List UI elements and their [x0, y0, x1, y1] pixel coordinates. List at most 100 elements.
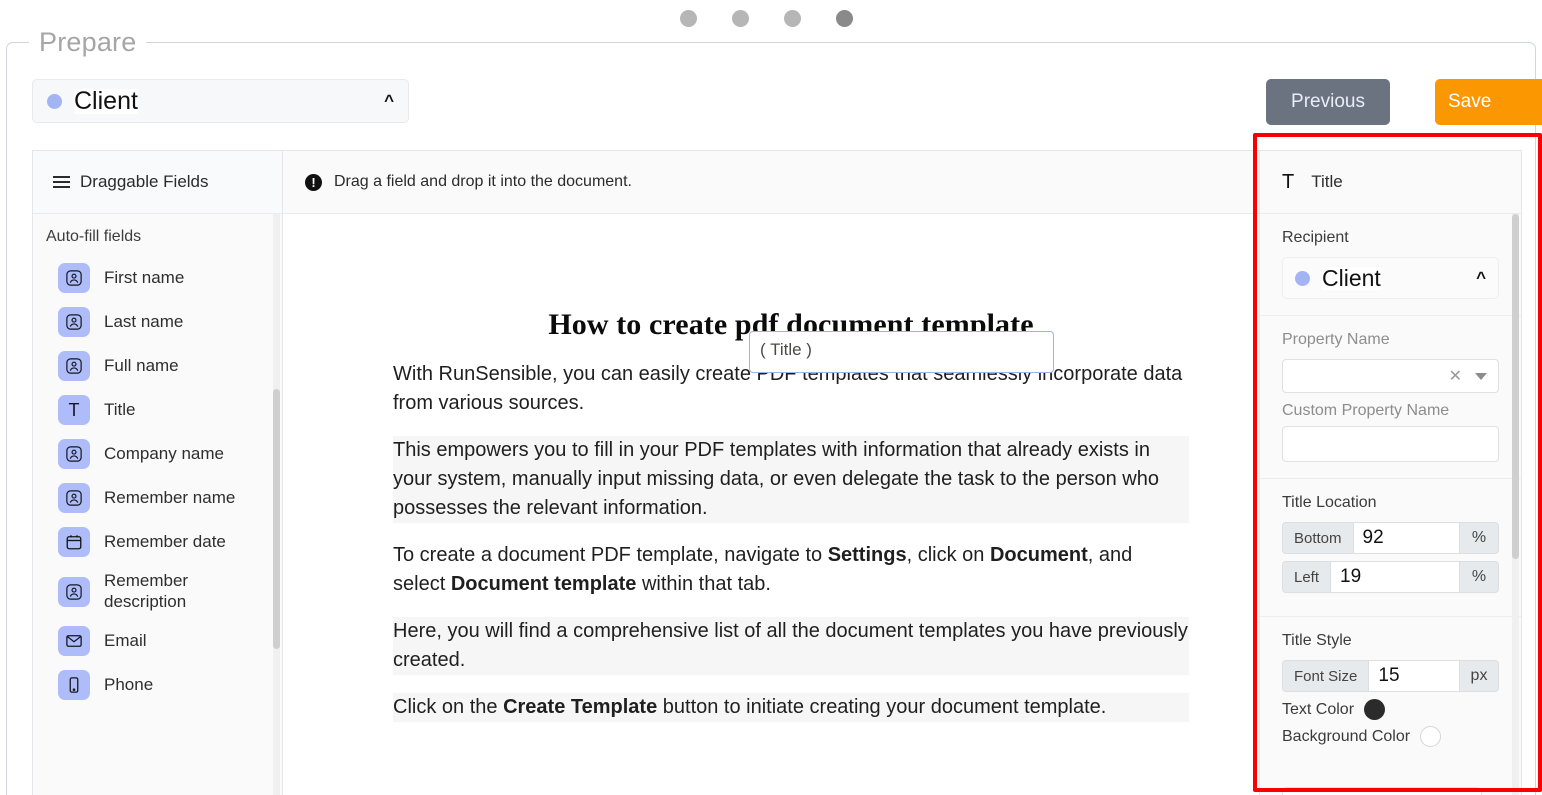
recipient-dropdown-value: Client: [1322, 264, 1381, 291]
document-paragraph-2: This empowers you to fill in your PDF te…: [393, 436, 1189, 523]
properties-scrollbar[interactable]: [1512, 214, 1519, 795]
location-bottom-unit: %: [1459, 522, 1499, 554]
auto-fill-fields-label: Auto-fill fields: [46, 228, 142, 245]
properties-scrollbar-thumb[interactable]: [1512, 214, 1519, 559]
recipient-dropdown[interactable]: Client ^: [1282, 257, 1499, 299]
text-icon: T: [1282, 171, 1295, 193]
partial-control-below-fold[interactable]: [1282, 787, 1482, 795]
step-dot-4-active[interactable]: [836, 10, 853, 27]
document-paragraph-3: To create a document PDF template, navig…: [393, 544, 1133, 595]
document-hint-text: Drag a field and drop it into the docume…: [334, 173, 632, 190]
draggable-fields-sidebar: Draggable Fields Auto-fill fields First …: [33, 151, 283, 795]
recipient-label: Recipient: [1282, 229, 1349, 246]
document-hint-bar: ! Drag a field and drop it into the docu…: [283, 151, 1259, 214]
chevron-up-icon[interactable]: ^: [384, 91, 394, 111]
location-bottom-row: Bottom 92 %: [1282, 522, 1499, 554]
field-item-company-name[interactable]: Company name: [33, 432, 282, 476]
step-dot-2[interactable]: [732, 10, 749, 27]
user-icon: [58, 483, 90, 513]
prepare-legend: Prepare: [39, 27, 137, 57]
background-color-row: Background Color: [1282, 726, 1499, 747]
location-left-row: Left 19 %: [1282, 561, 1499, 593]
properties-panel-title: Title: [1311, 172, 1343, 191]
recipient-section: Recipient Client ^: [1260, 214, 1521, 316]
field-label: Email: [104, 631, 147, 651]
title-style-label: Title Style: [1282, 632, 1352, 649]
recipient-color-dot: [1295, 270, 1310, 286]
chevron-up-icon[interactable]: ^: [1476, 268, 1486, 288]
field-item-email[interactable]: Email: [33, 619, 282, 663]
title-location-label: Title Location: [1282, 494, 1377, 511]
editor-panes: Draggable Fields Auto-fill fields First …: [32, 150, 1522, 795]
field-label: Remember name: [104, 487, 236, 507]
location-bottom-key: Bottom: [1282, 522, 1353, 554]
exclamation-icon: !: [305, 173, 322, 191]
background-color-label: Background Color: [1282, 727, 1411, 745]
location-left-input[interactable]: 19: [1330, 561, 1459, 593]
clear-icon[interactable]: ✕: [1449, 366, 1462, 386]
phone-icon: [58, 670, 90, 701]
field-label: First name: [104, 267, 185, 287]
user-icon: [58, 307, 90, 337]
field-item-phone[interactable]: Phone: [33, 663, 282, 707]
text-color-row: Text Color: [1282, 699, 1499, 720]
previous-button[interactable]: Previous: [1266, 79, 1390, 125]
field-label: Remember date: [104, 531, 226, 551]
draggable-fields-header: Draggable Fields: [33, 151, 282, 214]
field-label: Phone: [104, 675, 154, 695]
draggable-fields-list: Auto-fill fields First name Last name Fu…: [33, 214, 282, 795]
field-label: Remember description: [104, 571, 189, 611]
step-dot-1[interactable]: [680, 10, 697, 27]
location-bottom-input[interactable]: 92: [1352, 522, 1459, 554]
chevron-down-icon[interactable]: [1475, 372, 1487, 380]
document-canvas[interactable]: How to create pdf document template With…: [283, 214, 1259, 795]
document-paragraph-5: Click on the Create Template button to i…: [393, 693, 1189, 722]
field-item-last-name[interactable]: Last name: [33, 300, 282, 344]
field-item-full-name[interactable]: Full name: [33, 344, 282, 388]
step-dot-3[interactable]: [784, 10, 801, 27]
properties-panel: T Title Recipient Client ^ Property Name…: [1259, 151, 1521, 795]
field-item-first-name[interactable]: First name: [33, 256, 282, 300]
text-icon: T: [58, 395, 90, 425]
custom-property-name-input[interactable]: [1282, 426, 1499, 462]
property-name-label: Property Name: [1282, 331, 1390, 348]
field-item-remember-description[interactable]: Remember description: [33, 564, 282, 619]
field-label: Company name: [104, 443, 225, 463]
field-item-remember-name[interactable]: Remember name: [33, 476, 282, 520]
user-icon: [58, 439, 90, 469]
save-button[interactable]: Save: [1435, 79, 1542, 125]
recipient-selector[interactable]: Client ^: [32, 79, 409, 123]
text-color-label: Text Color: [1282, 700, 1355, 718]
recipient-selector-label: Client: [74, 86, 138, 115]
field-item-title[interactable]: T Title: [33, 388, 282, 432]
font-size-input[interactable]: 15: [1368, 660, 1459, 692]
title-location-section: Title Location Bottom 92 % Left 19 %: [1260, 479, 1521, 617]
field-item-remember-date[interactable]: Remember date: [33, 520, 282, 564]
draggable-fields-title: Draggable Fields: [80, 172, 209, 191]
font-size-unit: px: [1459, 660, 1499, 692]
document-pane: ! Drag a field and drop it into the docu…: [283, 151, 1259, 795]
location-left-unit: %: [1459, 561, 1499, 593]
recipient-color-dot: [47, 93, 62, 109]
calendar-icon: [58, 527, 90, 557]
app-root: Prepare Client ^ Previous Save Draggable…: [0, 0, 1542, 795]
field-label: Last name: [104, 311, 184, 331]
field-label: Full name: [104, 355, 179, 375]
sidebar-scrollbar[interactable]: [273, 214, 280, 795]
property-name-select[interactable]: ✕: [1282, 359, 1499, 393]
document-paragraph-4: Here, you will find a comprehensive list…: [393, 617, 1189, 675]
user-icon: [58, 576, 90, 607]
properties-panel-body: Recipient Client ^ Property Name ✕ Custo…: [1260, 214, 1521, 795]
user-icon: [58, 263, 90, 293]
properties-panel-header: T Title: [1260, 151, 1521, 214]
background-color-swatch[interactable]: [1420, 726, 1442, 747]
text-color-swatch[interactable]: [1364, 699, 1386, 720]
font-size-row: Font Size 15 px: [1282, 660, 1499, 692]
title-field-placeholder[interactable]: [749, 331, 1054, 373]
sidebar-scrollbar-thumb[interactable]: [273, 389, 280, 649]
custom-property-name-label: Custom Property Name: [1282, 402, 1450, 419]
user-icon: [58, 351, 90, 381]
hamburger-icon: [53, 176, 70, 188]
envelope-icon: [58, 626, 90, 657]
wizard-step-dots: [680, 10, 853, 27]
